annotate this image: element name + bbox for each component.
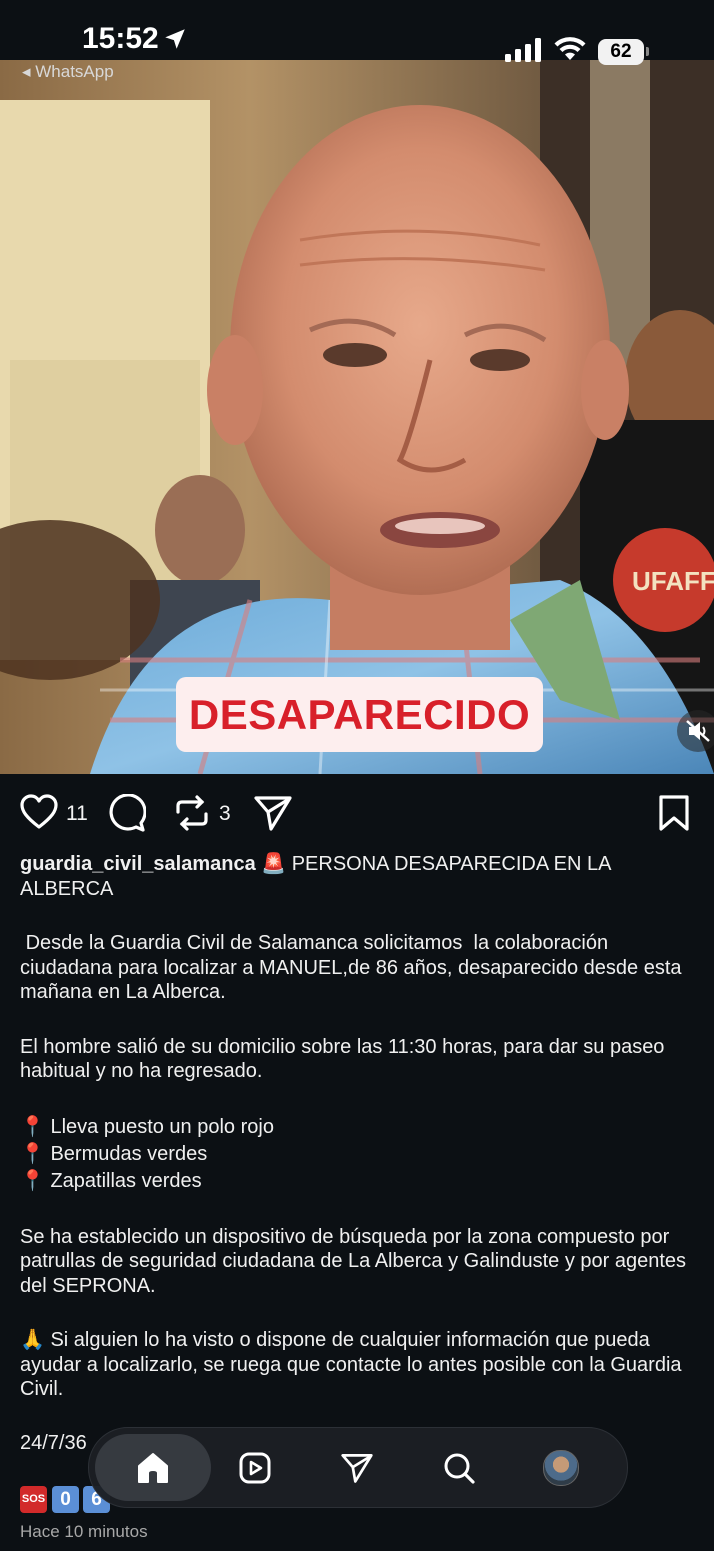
caption-date-line: 24/7/36 xyxy=(20,1432,87,1454)
caption-bullet: 📍 Bermudas verdes xyxy=(20,1142,208,1165)
post-caption: guardia_civil_salamanca 🚨 PERSONA DESAPA… xyxy=(20,852,695,1402)
post-username[interactable]: guardia_civil_salamanca xyxy=(20,853,256,875)
post-actions: 11 3 xyxy=(0,790,714,836)
desaparecido-banner: DESAPARECIDO xyxy=(176,677,543,752)
home-icon xyxy=(138,1452,168,1483)
heart-icon[interactable] xyxy=(20,794,58,830)
battery-icon: 62 xyxy=(598,39,644,65)
caption-paragraph-search: Se ha establecido un dispositivo de búsq… xyxy=(20,1225,687,1297)
comment-icon[interactable] xyxy=(108,794,146,832)
bottom-nav xyxy=(88,1427,628,1508)
send-icon[interactable] xyxy=(254,794,292,832)
caption-paragraph-details: El hombre salió de su domicilio sobre la… xyxy=(20,1035,665,1083)
location-arrow-icon xyxy=(165,29,185,49)
caption-paragraph-intro: Desde la Guardia Civil de Salamanca soli… xyxy=(20,932,688,1003)
keycap-emoji: 0 xyxy=(52,1486,79,1513)
mute-icon xyxy=(686,720,710,742)
status-bar: 15:52 62 xyxy=(0,0,714,65)
signal-icon xyxy=(505,38,541,62)
caption-title-line: guardia_civil_salamanca 🚨 PERSONA DESAPA… xyxy=(20,852,695,901)
nav-direct[interactable] xyxy=(327,1428,387,1507)
search-icon xyxy=(444,1453,475,1484)
nav-search[interactable] xyxy=(429,1428,489,1507)
svg-text:UFAFF: UFAFF xyxy=(632,566,714,596)
nav-home[interactable] xyxy=(95,1428,211,1507)
send-icon xyxy=(341,1453,373,1483)
sos-emoji: SOS xyxy=(20,1486,47,1513)
repost-icon[interactable] xyxy=(174,794,210,832)
battery-tip xyxy=(646,47,649,56)
caption-bullet: 📍 Zapatillas verdes xyxy=(20,1169,202,1192)
like-count[interactable]: 11 xyxy=(66,802,88,826)
bookmark-icon[interactable] xyxy=(658,794,690,832)
repost-count[interactable]: 3 xyxy=(219,802,231,826)
reels-icon xyxy=(239,1452,271,1483)
nav-reels[interactable] xyxy=(225,1428,285,1507)
mute-button[interactable] xyxy=(677,710,714,752)
photo-illustration: UFAFF xyxy=(0,60,714,774)
caption-bullet: 📍 Lleva puesto un polo rojo xyxy=(20,1115,274,1138)
caption-paragraph-help: 🙏 Si alguien lo ha visto o dispone de cu… xyxy=(20,1329,682,1400)
back-to-whatsapp[interactable]: ◂ WhatsApp xyxy=(22,62,114,82)
post-timestamp: Hace 10 minutos xyxy=(20,1522,148,1541)
wifi-icon xyxy=(554,37,586,60)
status-time: 15:52 xyxy=(82,22,159,55)
profile-avatar xyxy=(543,1449,579,1486)
post-image[interactable]: UFAFF xyxy=(0,60,714,774)
nav-profile[interactable] xyxy=(531,1428,591,1507)
